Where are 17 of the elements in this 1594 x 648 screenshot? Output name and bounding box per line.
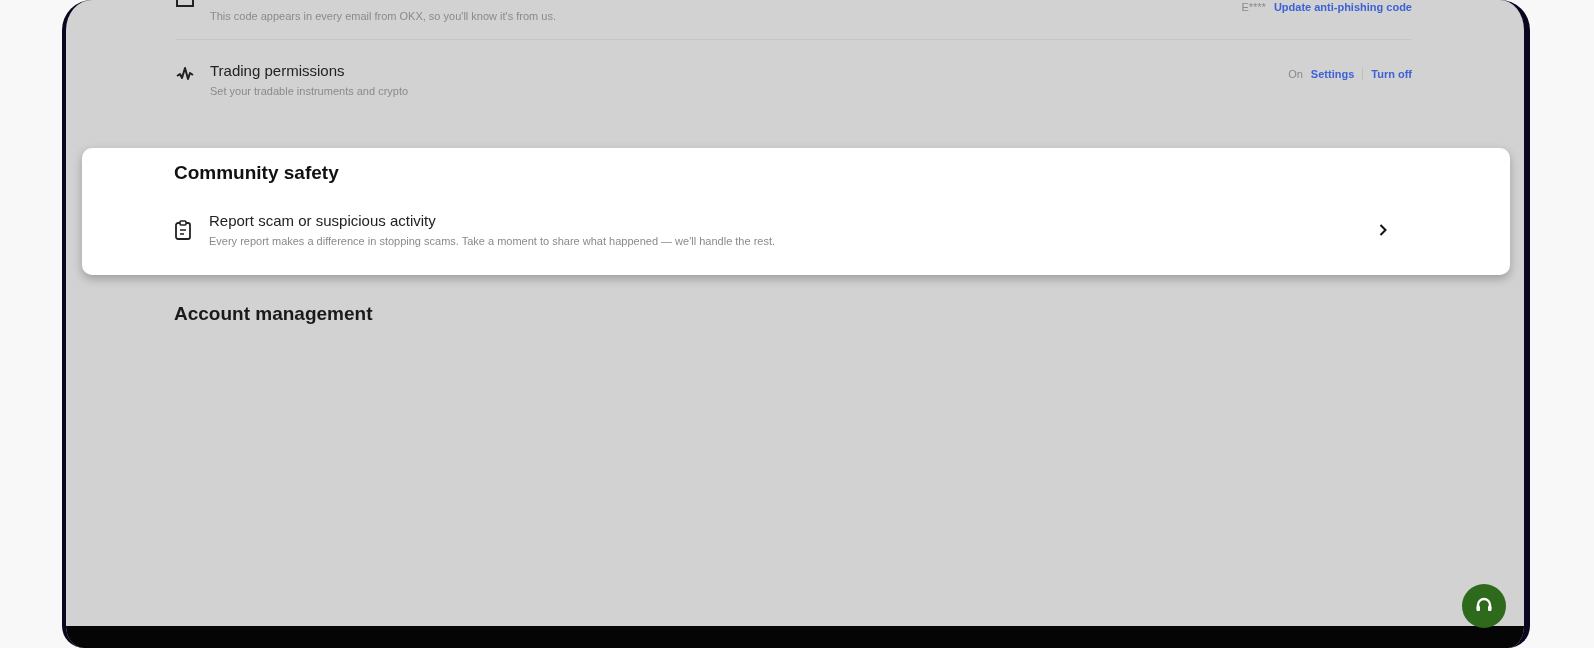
setting-link[interactable]: Turn off <box>1371 68 1412 80</box>
setting-title: Trading permissions <box>210 62 346 79</box>
report-item[interactable]: Report scam or suspicious activity Every report makes a difference in stopping scams. Take a moment to share what happened — we'll handle the rest. <box>174 212 1410 247</box>
section-heading: Community safety <box>174 162 340 184</box>
setting-description: Set your tradable instruments and crypto <box>210 85 409 97</box>
item-description: Every report makes a difference in stopping scams. Take a moment to share what happened — we'll handle the rest. <box>209 235 777 247</box>
setting-value: E**** <box>1241 1 1266 13</box>
setting-value: On <box>1288 68 1303 80</box>
section-heading: Account management <box>174 303 374 325</box>
pulse-icon <box>176 66 194 82</box>
clipboard-icon <box>174 219 192 240</box>
chevron-right-icon <box>1379 223 1387 236</box>
setting-link[interactable]: Settings <box>1310 68 1355 80</box>
setting-description: This code appears in every email from OKX, so you'll know it's from us. <box>210 10 556 22</box>
support-button[interactable] <box>1462 584 1506 628</box>
item-title: Report scam or suspicious activity <box>209 212 437 229</box>
setting-link[interactable]: Update anti-phishing code <box>1273 1 1412 13</box>
